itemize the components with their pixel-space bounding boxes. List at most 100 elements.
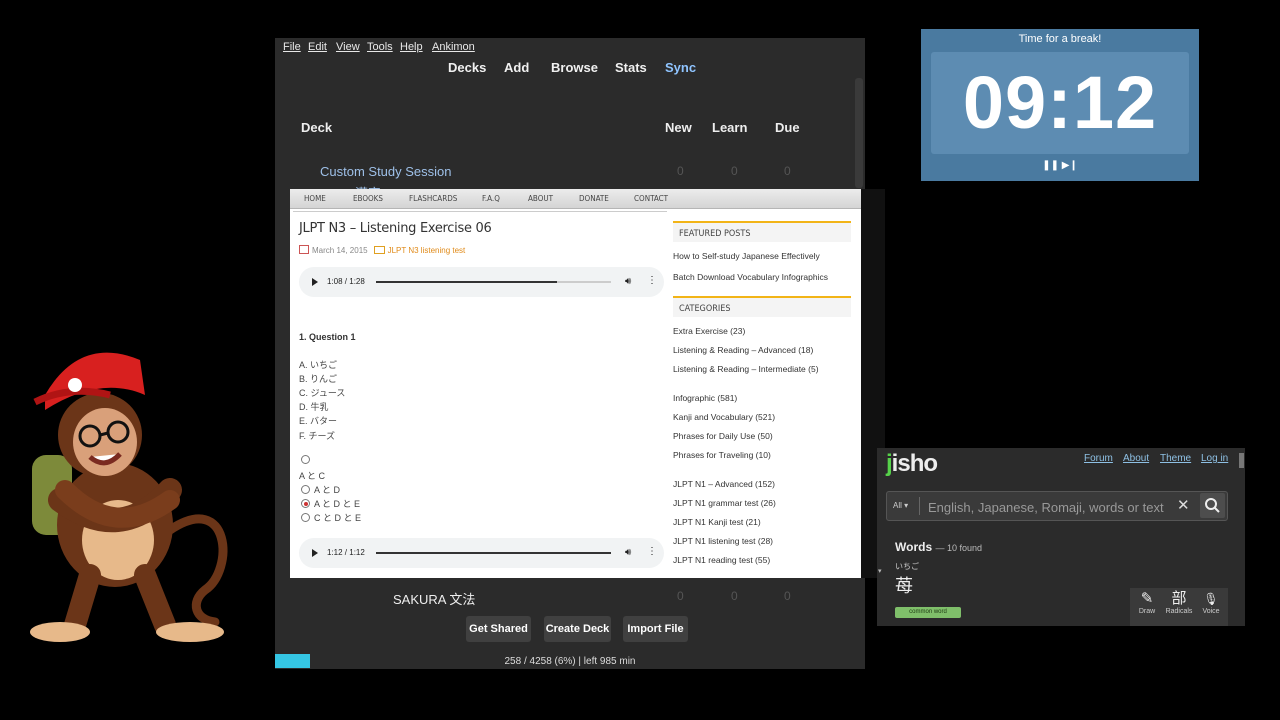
menu-edit[interactable]: Edit (308, 41, 327, 53)
menu-view[interactable]: View (336, 41, 360, 53)
expand-arrow-icon[interactable]: ▾ (878, 567, 882, 575)
category-link[interactable]: JLPT N1 grammar test (26) (673, 498, 776, 508)
category-link[interactable]: JLPT N1 reading test (55) (673, 555, 770, 565)
toolbar-sync[interactable]: Sync (665, 60, 696, 75)
jisho-panel: jisho Forum About Theme Log in All ▾ ✕ W… (877, 448, 1245, 626)
option-item: D. 牛乳 (299, 402, 329, 412)
anki-scrollbar[interactable] (855, 78, 863, 188)
category-link[interactable]: JLPT N1 – Advanced (152) (673, 479, 775, 489)
category-link[interactable]: Listening & Reading – Intermediate (5) (673, 364, 819, 374)
toolbar-add[interactable]: Add (504, 60, 529, 75)
anki-menubar: File Edit View Tools Help Ankimon (275, 38, 865, 58)
volume-icon[interactable]: 🔊︎ (625, 276, 631, 287)
toolbar-decks[interactable]: Decks (448, 60, 486, 75)
deck-row-name[interactable]: Custom Study Session (320, 164, 452, 179)
category-link[interactable]: Phrases for Traveling (10) (673, 450, 771, 460)
pause-icon[interactable]: ❚❚ (1042, 160, 1059, 171)
featured-post-link[interactable]: Batch Download Vocabulary Infographics (673, 272, 828, 282)
category-link[interactable]: JLPT N1 listening test (28) (673, 536, 773, 546)
more-options-icon[interactable]: ⋮ (647, 546, 657, 557)
featured-posts-heading: FEATURED POSTS (673, 221, 851, 242)
jisho-search-input[interactable] (926, 497, 1170, 517)
jisho-scrollbar[interactable] (1239, 453, 1244, 468)
play-icon[interactable] (312, 549, 318, 557)
answer-radio[interactable] (301, 455, 314, 465)
featured-post-link[interactable]: How to Self-study Japanese Effectively (673, 251, 820, 261)
nav-contact[interactable]: CONTACT (634, 194, 668, 203)
folder-icon (373, 246, 385, 254)
search-filter-select[interactable]: All ▾ (893, 501, 908, 510)
category-link[interactable]: Kanji and Vocabulary (521) (673, 412, 775, 422)
content-divider (293, 211, 667, 212)
jisho-logo[interactable]: jisho (886, 450, 938, 478)
nav-donate[interactable]: DONATE (579, 194, 609, 203)
search-button[interactable] (1200, 493, 1225, 518)
review-progress-text: 258 / 4258 (6%) | left 985 min (504, 656, 636, 667)
nav-faq[interactable]: F.A.Q (482, 194, 500, 203)
deck-row-name[interactable]: SAKURA 文法 (393, 589, 475, 608)
radio-button[interactable] (301, 455, 310, 464)
nav-home[interactable]: HOME (304, 194, 326, 203)
get-shared-button[interactable]: Get Shared (466, 616, 531, 642)
jisho-login-link[interactable]: Log in (1201, 453, 1228, 464)
audio-seek-bar[interactable] (376, 552, 611, 554)
menu-help[interactable]: Help (400, 41, 423, 53)
post-category-link[interactable]: JLPT N3 listening test (388, 246, 466, 255)
post-title[interactable]: JLPT N3 – Listening Exercise 06 (299, 221, 492, 236)
jisho-forum-link[interactable]: Forum (1084, 453, 1113, 464)
menu-tools[interactable]: Tools (367, 41, 393, 53)
voice-tool[interactable]: 🎙︎ Voice (1195, 590, 1227, 615)
common-word-badge: common word (895, 607, 961, 618)
deck-row-due: 0 (784, 164, 791, 178)
deck-row-learn: 0 (731, 589, 738, 603)
nav-about[interactable]: ABOUT (528, 194, 553, 203)
column-deck: Deck (301, 120, 333, 135)
timer-controls[interactable]: ❚❚ ▶︎❙ (921, 160, 1199, 171)
import-file-button[interactable]: Import File (623, 616, 688, 642)
categories-heading: CATEGORIES (673, 296, 851, 317)
web-page: HOME EBOOKS FLASHCARDS F.A.Q ABOUT DONAT… (290, 189, 861, 578)
audio-seek-bar[interactable] (376, 281, 611, 283)
toolbar-stats[interactable]: Stats (615, 60, 647, 75)
category-link[interactable]: Listening & Reading – Advanced (18) (673, 345, 813, 355)
toolbar-browse[interactable]: Browse (551, 60, 598, 75)
answer-radio[interactable]: A と D と E (301, 497, 360, 510)
category-link[interactable]: Extra Exercise (23) (673, 326, 745, 336)
play-icon[interactable] (312, 278, 318, 286)
nav-flashcards[interactable]: FLASHCARDS (409, 194, 457, 203)
menu-ankimon[interactable]: Ankimon (432, 41, 475, 53)
audio-player[interactable]: 1:08 / 1:28 🔊︎ ⋮ (299, 267, 664, 297)
radicals-icon: 部 (1171, 590, 1187, 607)
post-date: March 14, 2015 (312, 246, 368, 255)
category-link[interactable]: Phrases for Daily Use (50) (673, 431, 773, 441)
deck-row-learn: 0 (731, 164, 738, 178)
more-options-icon[interactable]: ⋮ (647, 275, 657, 286)
create-deck-button[interactable]: Create Deck (544, 616, 611, 642)
column-new: New (665, 120, 692, 135)
site-nav: HOME EBOOKS FLASHCARDS F.A.Q ABOUT DONAT… (290, 189, 861, 209)
word-kanji[interactable]: 苺 (895, 572, 913, 598)
clear-icon[interactable]: ✕ (1177, 496, 1190, 514)
radio-button[interactable] (301, 485, 310, 494)
question-title: 1. Question 1 (299, 332, 356, 342)
jisho-about-link[interactable]: About (1123, 453, 1149, 464)
menu-file[interactable]: File (283, 41, 301, 53)
answer-radio[interactable]: C と D と E (301, 511, 361, 524)
radio-button[interactable] (301, 513, 310, 522)
draw-tool[interactable]: ✎ Draw (1131, 590, 1163, 615)
deck-row-new: 0 (677, 589, 684, 603)
answer-radio[interactable]: A と D (301, 483, 340, 496)
radio-button-selected[interactable] (301, 499, 310, 508)
jisho-theme-link[interactable]: Theme (1160, 453, 1191, 464)
deck-row-new: 0 (677, 164, 684, 178)
answer-label: A と C (299, 471, 326, 481)
category-link[interactable]: Infographic (581) (673, 393, 737, 403)
skip-icon[interactable]: ▶︎❙ (1062, 160, 1078, 171)
audio-player[interactable]: 1:12 / 1:12 🔊︎ ⋮ (299, 538, 664, 568)
category-link[interactable]: JLPT N1 Kanji test (21) (673, 517, 761, 527)
volume-icon[interactable]: 🔊︎ (625, 547, 631, 558)
search-icon[interactable] (1200, 493, 1225, 518)
option-item: B. りんご (299, 374, 338, 384)
nav-ebooks[interactable]: EBOOKS (353, 194, 383, 203)
radicals-tool[interactable]: 部 Radicals (1163, 590, 1195, 615)
